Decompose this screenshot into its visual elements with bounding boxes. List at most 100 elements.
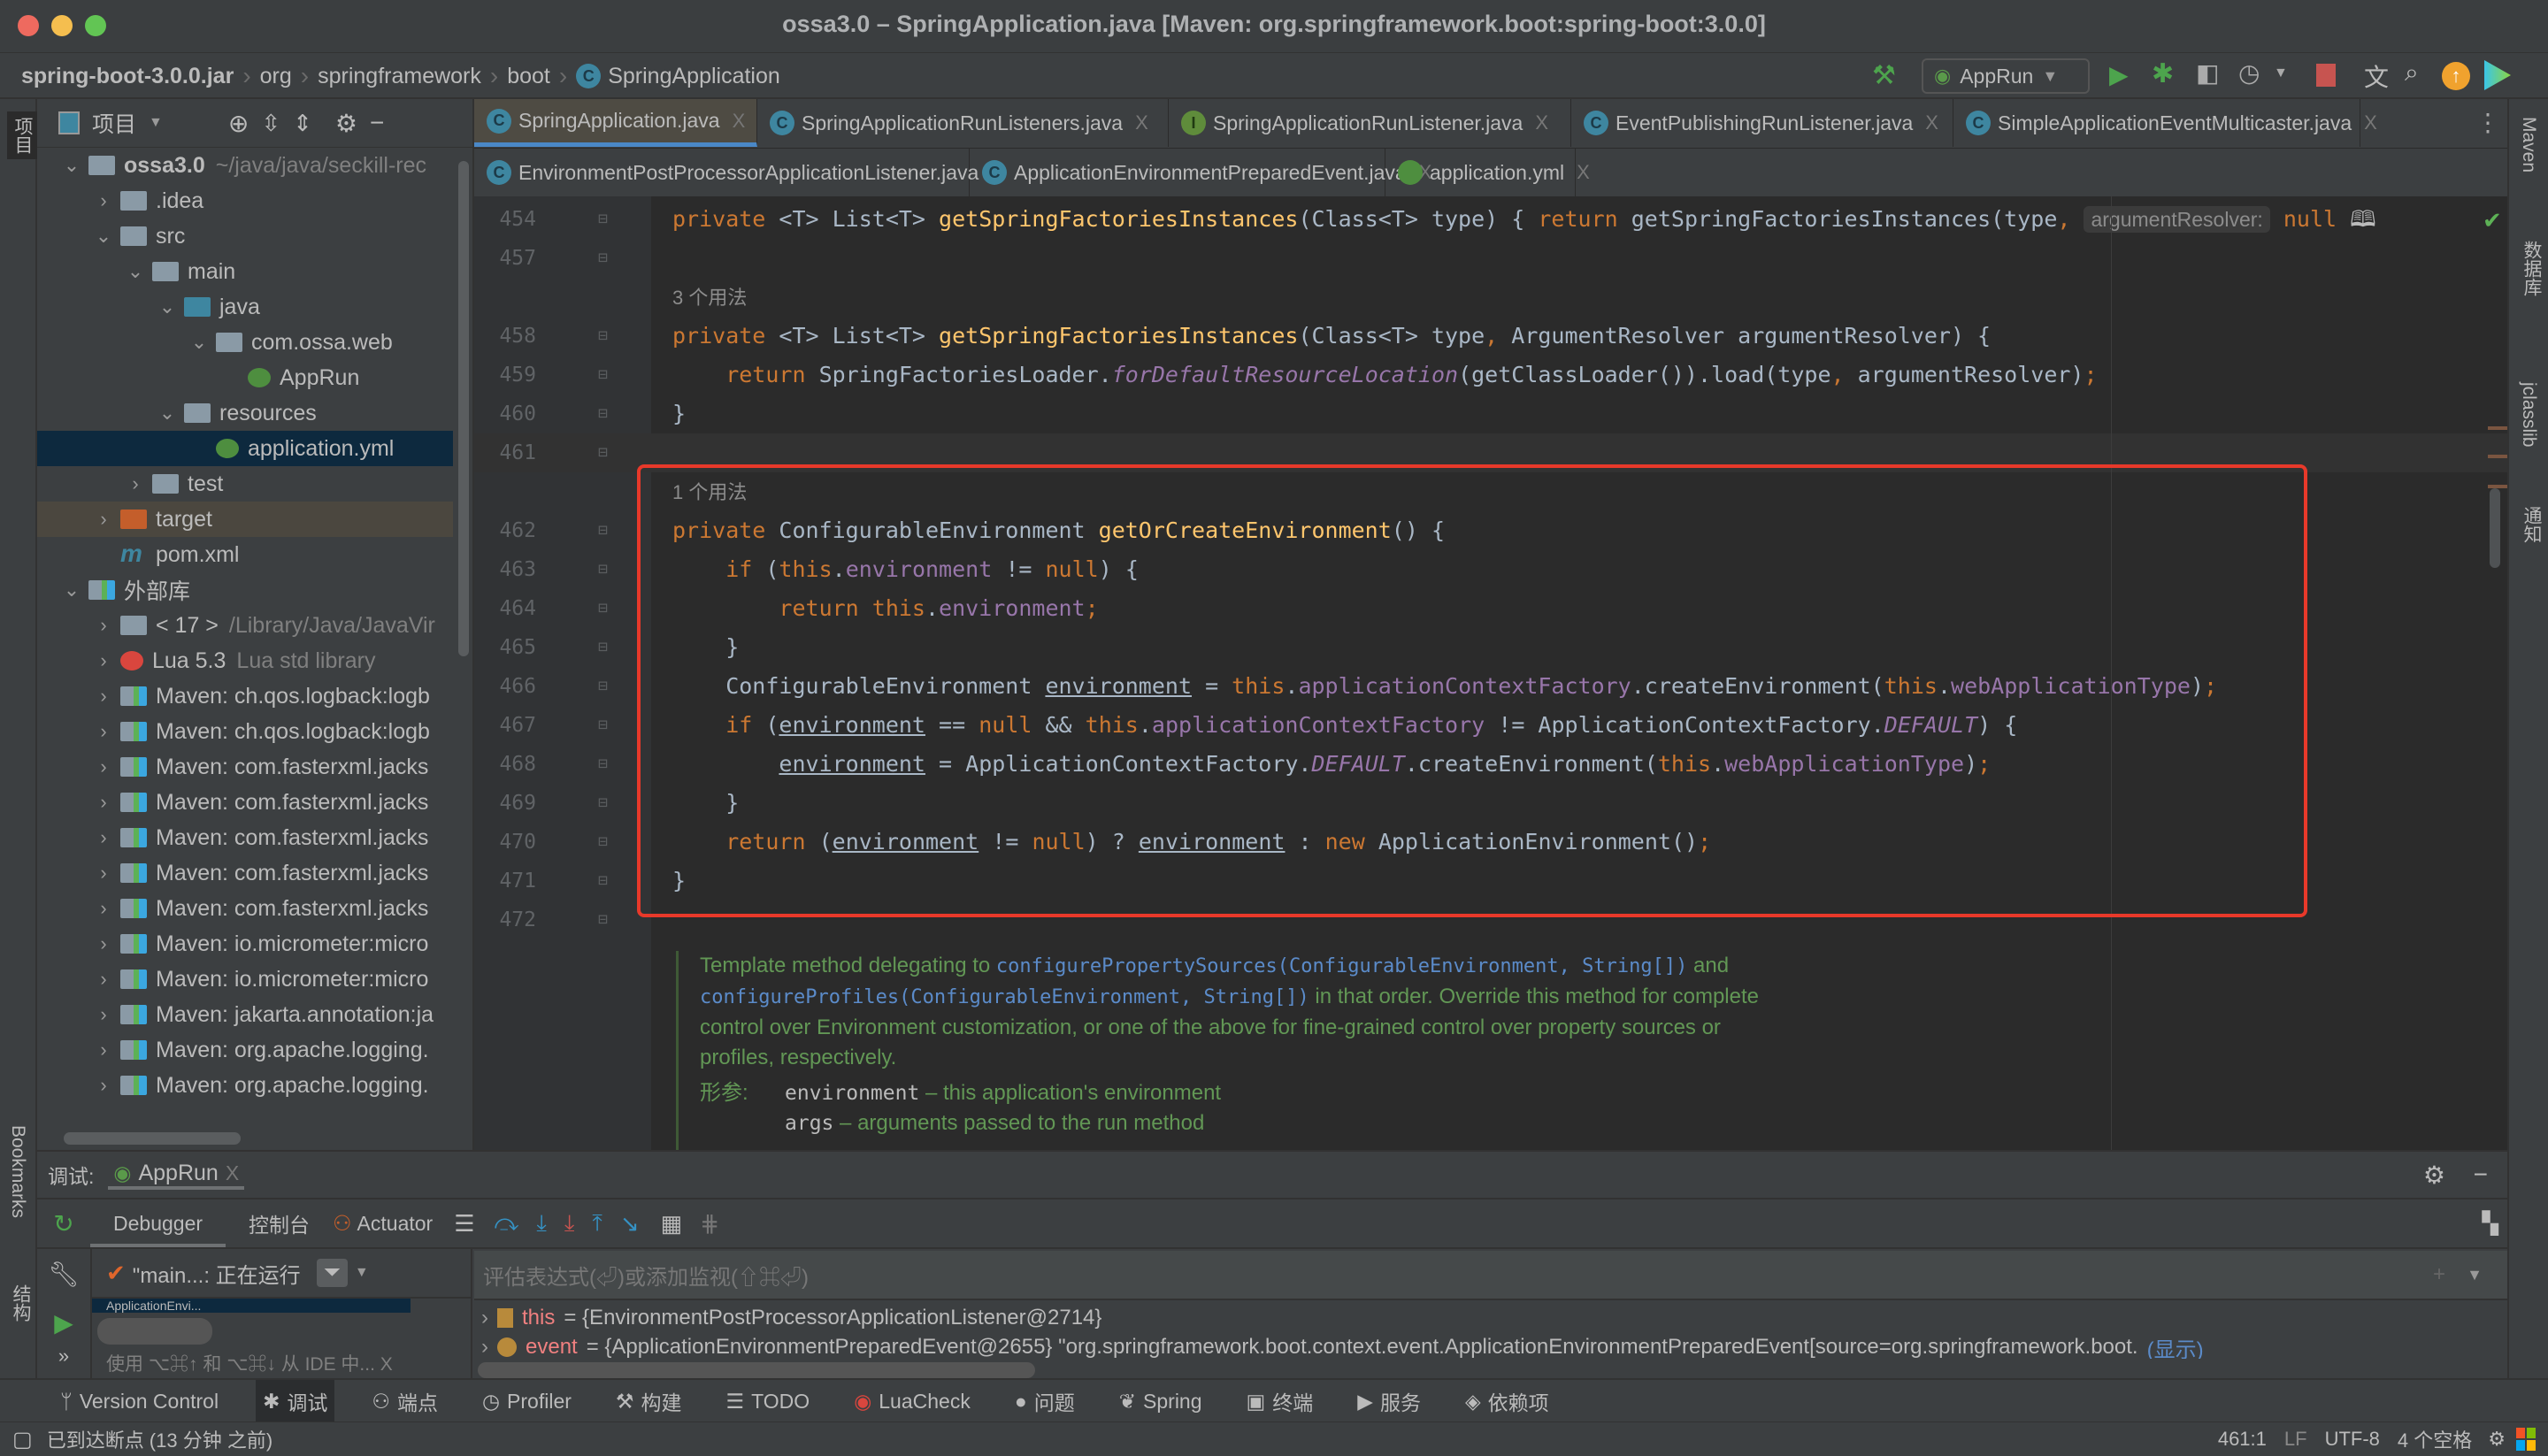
chevron-down-icon[interactable]: ⌄ (154, 295, 180, 318)
line-number[interactable]: 463 (474, 550, 536, 589)
fold-icon[interactable]: ⊟ (598, 823, 608, 862)
fold-icon[interactable]: ⊟ (598, 745, 608, 784)
chevron-right-icon[interactable]: › (90, 614, 117, 637)
tool-window-debug[interactable]: ✱ 调试 (256, 1380, 335, 1422)
tree-item[interactable]: › Maven: com.fasterxml.jacks (37, 820, 453, 855)
hide-panel-icon[interactable]: − (2474, 1161, 2488, 1189)
fold-icon[interactable]: ⊟ (598, 900, 608, 939)
tree-item[interactable]: ⌄ resources (37, 395, 453, 431)
tree-item[interactable]: › Maven: com.fasterxml.jacks (37, 749, 453, 785)
line-number[interactable]: 460 (474, 395, 536, 433)
editor-tab[interactable]: I SpringApplicationRunListener.java X (1169, 99, 1571, 147)
chevron-down-icon[interactable]: ▼ (149, 115, 163, 131)
line-number[interactable]: 461 (474, 433, 536, 472)
locate-file-icon[interactable]: ⊕ (228, 109, 249, 138)
add-watch-icon[interactable]: + (2433, 1262, 2445, 1287)
evaluate-expression-input[interactable]: 评估表达式(⏎)或添加监视(⇧⌘⏎) + ▼ (474, 1251, 2507, 1300)
fold-icon[interactable]: ⊟ (598, 200, 608, 239)
line-number[interactable]: 457 (474, 239, 536, 278)
tree-scrollbar[interactable] (458, 161, 469, 656)
layout-icon[interactable]: ☰ (443, 1210, 485, 1238)
chevron-right-icon[interactable]: › (122, 472, 149, 495)
debug-icon[interactable]: ✱ (2152, 58, 2174, 89)
error-stripe-mark[interactable] (2488, 426, 2507, 430)
tab-debugger[interactable]: Debugger (90, 1199, 226, 1247)
doc-link[interactable]: configureProfiles(ConfigurableEnvironmen… (700, 986, 1309, 1008)
line-number[interactable]: 458 (474, 317, 536, 356)
chevron-right-icon[interactable]: › (90, 1003, 117, 1026)
tree-item[interactable]: › Maven: ch.qos.logback:logb (37, 714, 453, 749)
tree-item[interactable]: › Maven: com.fasterxml.jacks (37, 891, 453, 926)
chevron-right-icon[interactable]: › (90, 826, 117, 849)
more-tabs-icon[interactable]: ⋮ (2475, 108, 2500, 137)
plugin-grid-icon[interactable] (2516, 1428, 2536, 1451)
tree-item[interactable]: › Maven: io.micrometer:micro (37, 926, 453, 962)
close-tab-icon[interactable]: X (1577, 161, 1590, 184)
editor-tab[interactable]: C SpringApplicationRunListeners.java X (757, 99, 1169, 147)
editor-tab[interactable]: C EnvironmentPostProcessorApplicationList… (474, 149, 1004, 196)
fold-icon[interactable]: ⊟ (598, 550, 608, 589)
file-encoding[interactable]: UTF-8 (2325, 1428, 2380, 1451)
run-to-cursor-icon[interactable]: ↘ (611, 1210, 649, 1238)
tool-window-todo[interactable]: ☰ TODO (719, 1380, 817, 1422)
fold-icon[interactable]: ⊟ (598, 317, 608, 356)
project-view-selector[interactable]: 项目 (92, 107, 136, 139)
more-icon[interactable]: » (37, 1345, 90, 1368)
tree-item[interactable]: ⌄ com.ossa.web (37, 325, 453, 360)
close-icon[interactable]: X (226, 1161, 239, 1185)
tree-item[interactable]: › Maven: ch.qos.logback:logb (37, 678, 453, 714)
fold-icon[interactable]: ⊟ (598, 862, 608, 900)
breadcrumb-class[interactable]: C SpringApplication (576, 53, 780, 99)
breadcrumb-boot[interactable]: boot (507, 53, 550, 99)
maven-tool-button[interactable]: Maven (2518, 117, 2539, 172)
fold-icon[interactable]: ⊟ (598, 589, 608, 628)
frame-item[interactable]: ApplicationEnvi... (92, 1299, 411, 1313)
usages-hint[interactable]: 3 个用法 (672, 287, 747, 309)
code-line[interactable]: 458 ⊟ private <T> List<T> getSpringFactori… (474, 317, 2507, 356)
error-stripe-mark[interactable] (2488, 485, 2507, 488)
update-icon[interactable]: ↑ (2442, 62, 2470, 90)
toggle-tool-windows-icon[interactable]: ▢ (12, 1427, 33, 1452)
tree-item[interactable]: ⌄ main (37, 254, 453, 289)
editor-scrollbar[interactable] (2490, 488, 2500, 568)
gear-icon[interactable]: ⚙ (335, 109, 357, 138)
collapse-all-icon[interactable]: ⇕ (293, 110, 312, 137)
chevron-right-icon[interactable]: › (90, 1038, 117, 1061)
tool-window-problems[interactable]: ● 问题 (1008, 1380, 1082, 1422)
fold-icon[interactable]: ⊟ (598, 784, 608, 823)
rerun-icon[interactable]: ↻ (37, 1209, 90, 1238)
tool-window-dependencies[interactable]: ◈ 依赖项 (1458, 1380, 1556, 1422)
thread-selector[interactable]: ✔ "main...: 正在运行 ⏷ ▼ (92, 1249, 471, 1299)
variables-scrollbar[interactable] (478, 1362, 1035, 1378)
chevron-right-icon[interactable]: › (90, 1074, 117, 1097)
profile-icon[interactable]: ◷ (2238, 58, 2260, 88)
expand-all-icon[interactable]: ⇳ (261, 110, 280, 137)
chevron-down-icon[interactable]: ⌄ (58, 579, 85, 602)
tree-item[interactable]: › Maven: com.fasterxml.jacks (37, 855, 453, 891)
trace-icon[interactable]: ⋕ (695, 1210, 725, 1238)
breadcrumb-jar[interactable]: spring-boot-3.0.0.jar (21, 53, 234, 99)
fold-icon[interactable]: ⊟ (598, 667, 608, 706)
editor-tab[interactable]: C SpringApplication.java X (474, 99, 757, 147)
chevron-right-icon[interactable]: › (90, 932, 117, 955)
chevron-right-icon[interactable]: › (90, 508, 117, 531)
line-number[interactable]: 466 (474, 667, 536, 706)
line-number[interactable]: 472 (474, 900, 536, 939)
frames-scrollbar[interactable] (97, 1318, 212, 1345)
tab-actuator[interactable]: Actuator (352, 1212, 444, 1236)
editor-tab[interactable]: C SimpleApplicationEventMulticaster.java X (1953, 99, 2377, 147)
usages-hint-line[interactable]: 3 个用法 (474, 278, 2507, 317)
line-number[interactable]: 462 (474, 511, 536, 550)
fold-icon[interactable]: ⊟ (598, 239, 608, 278)
force-step-into-icon[interactable]: ⤓ (556, 1209, 584, 1238)
line-number[interactable]: 469 (474, 784, 536, 823)
chevron-right-icon[interactable]: › (90, 791, 117, 814)
database-tool-button[interactable]: 数据库 (2518, 241, 2544, 296)
variable-row[interactable]: › event = {ApplicationEnvironmentPrepare… (474, 1336, 2456, 1359)
reader-mode-icon[interactable]: 🕮 (2337, 206, 2375, 232)
close-tab-icon[interactable]: X (1135, 111, 1148, 134)
tool-window-build[interactable]: ⚒ 构建 (609, 1380, 689, 1422)
project-tool-button[interactable]: 项目 (7, 111, 37, 159)
close-icon[interactable]: X (380, 1354, 393, 1375)
notifications-tool-button[interactable]: 通知 (2518, 506, 2544, 543)
